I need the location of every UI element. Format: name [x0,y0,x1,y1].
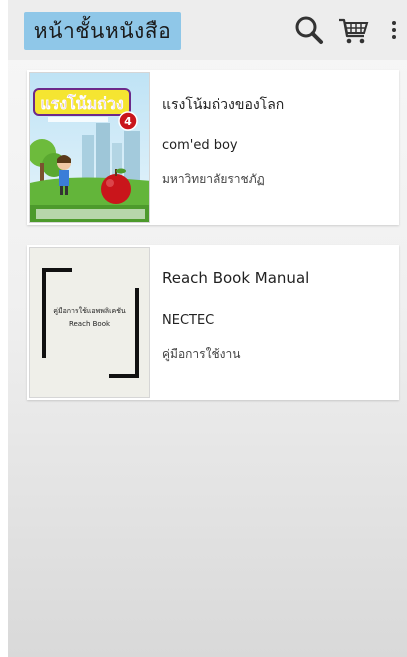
book-info: Reach Book Manual NECTEC คู่มือการใช้งาน [162,245,392,400]
search-icon [295,16,323,44]
cover-badge: 4 [124,115,132,128]
overflow-menu-button[interactable] [384,12,404,48]
book-cover-manual[interactable]: คู่มือการใช้แอพพลิเคชัน Reach Book [29,247,150,398]
book-category: มหาวิทยาลัยราชภัฏ [162,172,265,186]
cart-button[interactable] [336,12,372,48]
book-card[interactable]: แรงโน้มถ่วง 4 แรงโน้มถ่วงของโลก com'ed b… [27,70,399,225]
book-author: com'ed boy [162,138,238,153]
more-vert-icon [392,21,396,39]
book-category: คู่มือการใช้งาน [162,347,241,361]
bracket-left-top [42,268,72,272]
page-title: หน้าชั้นหนังสือ [33,18,172,43]
bracket-right [135,288,139,378]
book-title: แรงโน้มถ่วงของโลก [162,97,285,113]
manual-cover-art: คู่มือการใช้แอพพลิเคชัน Reach Book [30,248,149,397]
book-info: แรงโน้มถ่วงของโลก com'ed boy มหาวิทยาลัย… [162,70,392,225]
search-button[interactable] [291,12,327,48]
book-card[interactable]: คู่มือการใช้แอพพลิเคชัน Reach Book Reach… [27,245,399,400]
book-title: Reach Book Manual [162,269,310,287]
book-cover-illustration: แรงโน้มถ่วง 4 [30,73,149,222]
page-title-box: หน้าชั้นหนังสือ [24,12,181,50]
cart-icon [339,18,369,44]
book-cover-gravity[interactable]: แรงโน้มถ่วง 4 [29,72,150,223]
book-author: NECTEC [162,313,215,328]
cover-line-1: คู่มือการใช้แอพพลิเคชัน [53,307,126,315]
cover-line-2: Reach Book [68,320,111,328]
apple-shape [101,174,131,204]
bracket-right-bottom [109,374,139,378]
cover-headline: แรงโน้มถ่วง [40,93,123,113]
app-bar: หน้าชั้นหนังสือ [8,0,407,60]
app-screen: หน้าชั้นหนังสือ แรงโน้มถ่วง 4 แรงโน้มถ่ว… [8,0,407,657]
